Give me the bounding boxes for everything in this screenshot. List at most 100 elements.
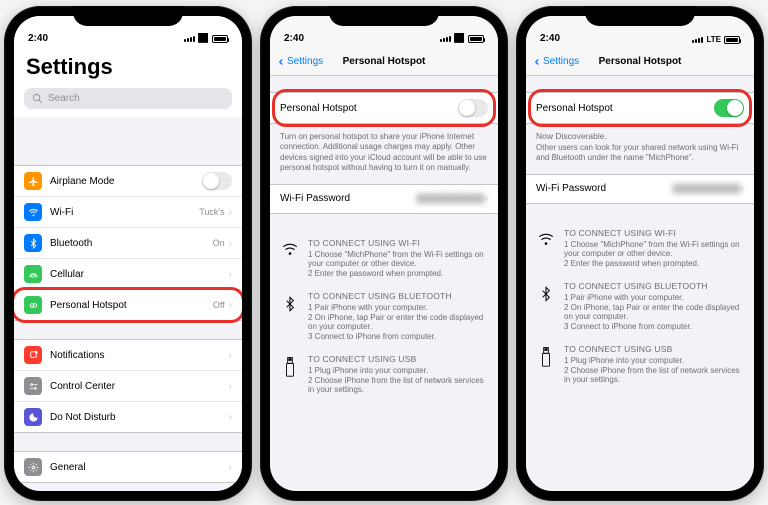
nav-title: Personal Hotspot bbox=[599, 56, 682, 67]
chevron-icon: › bbox=[229, 238, 232, 249]
chevron-icon: › bbox=[229, 381, 232, 392]
hotspot-toggle-on[interactable] bbox=[714, 99, 744, 117]
connect-bt-step: 2 On iPhone, tap Pair or enter the code … bbox=[308, 313, 488, 331]
page-title: Settings bbox=[14, 48, 242, 88]
connect-usb-title: TO CONNECT USING USB bbox=[564, 344, 744, 354]
back-button[interactable]: Settings bbox=[532, 56, 579, 68]
bluetooth-value: On bbox=[213, 238, 225, 248]
battery-icon bbox=[724, 36, 740, 44]
connect-usb-info: TO CONNECT USING USB 1 Plug iPhone into … bbox=[526, 338, 754, 391]
chevron-left-icon bbox=[276, 56, 286, 68]
hotspot-toggle-label: Personal Hotspot bbox=[536, 103, 714, 114]
wifi-value: Tuck's bbox=[199, 207, 224, 217]
airplane-icon bbox=[24, 172, 42, 190]
connect-bt-step: 1 Pair iPhone with your computer. bbox=[564, 293, 744, 302]
hotspot-off-screen: 2:40 Settings Personal Hotspot Personal … bbox=[270, 16, 498, 491]
row-wifi-password[interactable]: Wi-Fi Password ████████████ › bbox=[270, 185, 498, 213]
notch bbox=[329, 6, 439, 26]
wifi-settings-icon bbox=[24, 203, 42, 221]
hotspot-toggle-off[interactable] bbox=[458, 99, 488, 117]
notch bbox=[585, 6, 695, 26]
dnd-label: Do Not Disturb bbox=[50, 412, 229, 423]
control-center-label: Control Center bbox=[50, 381, 229, 392]
chevron-icon: › bbox=[229, 350, 232, 361]
search-placeholder: Search bbox=[48, 93, 80, 104]
row-personal-hotspot[interactable]: Personal Hotspot Off › bbox=[14, 290, 242, 320]
now-discoverable: Now Discoverable. bbox=[526, 128, 754, 143]
nav-bar: Settings Personal Hotspot bbox=[526, 48, 754, 76]
connect-bt-step: 2 On iPhone, tap Pair or enter the code … bbox=[564, 303, 744, 321]
wifi-icon bbox=[198, 33, 209, 44]
connect-wifi-step: 1 Choose "MichPhone" from the Wi-Fi sett… bbox=[308, 250, 488, 268]
row-hotspot-toggle[interactable]: Personal Hotspot bbox=[526, 93, 754, 123]
chevron-icon: › bbox=[229, 462, 232, 473]
row-hotspot-toggle[interactable]: Personal Hotspot bbox=[270, 93, 498, 123]
chevron-icon: › bbox=[229, 412, 232, 423]
hotspot-description: Turn on personal hotspot to share your i… bbox=[270, 128, 498, 184]
row-airplane-mode[interactable]: Airplane Mode bbox=[14, 166, 242, 197]
connect-usb-title: TO CONNECT USING USB bbox=[308, 354, 488, 364]
iphone-frame-3: 2:40 LTE Settings Personal Hotspot Perso… bbox=[516, 6, 764, 501]
general-icon bbox=[24, 458, 42, 476]
connect-wifi-info: TO CONNECT USING WI-FI 1 Choose "MichPho… bbox=[270, 232, 498, 285]
connect-bt-title: TO CONNECT USING BLUETOOTH bbox=[564, 281, 744, 291]
bluetooth-settings-icon bbox=[24, 234, 42, 252]
chevron-icon: › bbox=[229, 207, 232, 218]
connect-bt-title: TO CONNECT USING BLUETOOTH bbox=[308, 291, 488, 301]
signal-icon bbox=[184, 36, 195, 42]
back-label: Settings bbox=[287, 56, 323, 67]
hotspot-label: Personal Hotspot bbox=[50, 300, 213, 311]
wifipw-label: Wi-Fi Password bbox=[280, 193, 417, 204]
dnd-icon bbox=[24, 408, 42, 426]
notifications-label: Notifications bbox=[50, 350, 229, 361]
connect-wifi-info: TO CONNECT USING WI-FI 1 Choose "MichPho… bbox=[526, 222, 754, 275]
signal-icon bbox=[692, 37, 703, 43]
connect-wifi-title: TO CONNECT USING WI-FI bbox=[564, 228, 744, 238]
wifi-icon bbox=[454, 33, 465, 44]
cellular-icon bbox=[24, 265, 42, 283]
chevron-icon: › bbox=[741, 183, 744, 194]
bluetooth-icon bbox=[280, 293, 300, 315]
connect-wifi-step: 2 Enter the password when prompted. bbox=[564, 259, 744, 268]
clock: 2:40 bbox=[28, 33, 48, 44]
nav-title: Personal Hotspot bbox=[343, 56, 426, 67]
search-input[interactable]: Search bbox=[24, 88, 232, 109]
connect-wifi-step: 2 Enter the password when prompted. bbox=[308, 269, 488, 278]
row-notifications[interactable]: Notifications › bbox=[14, 340, 242, 371]
row-wifi[interactable]: Wi-Fi Tuck's › bbox=[14, 197, 242, 228]
connect-usb-step: 1 Plug iPhone into your computer. bbox=[564, 356, 744, 365]
clock: 2:40 bbox=[284, 33, 304, 44]
connect-bluetooth-info: TO CONNECT USING BLUETOOTH 1 Pair iPhone… bbox=[270, 285, 498, 348]
connect-usb-step: 2 Choose iPhone from the list of network… bbox=[564, 366, 744, 384]
connect-wifi-title: TO CONNECT USING WI-FI bbox=[308, 238, 488, 248]
battery-icon bbox=[468, 35, 484, 43]
notch bbox=[73, 6, 183, 26]
battery-icon bbox=[212, 35, 228, 43]
chevron-icon: › bbox=[229, 269, 232, 280]
iphone-frame-2: 2:40 Settings Personal Hotspot Personal … bbox=[260, 6, 508, 501]
connect-bluetooth-info: TO CONNECT USING BLUETOOTH 1 Pair iPhone… bbox=[526, 275, 754, 338]
row-control-center[interactable]: Control Center › bbox=[14, 371, 242, 402]
row-cellular[interactable]: Cellular › bbox=[14, 259, 242, 290]
connect-bt-step: 3 Connect to iPhone from computer. bbox=[308, 332, 488, 341]
chevron-icon: › bbox=[485, 193, 488, 204]
airplane-label: Airplane Mode bbox=[50, 176, 202, 187]
row-do-not-disturb[interactable]: Do Not Disturb › bbox=[14, 402, 242, 432]
chevron-left-icon bbox=[532, 56, 542, 68]
connect-usb-info: TO CONNECT USING USB 1 Plug iPhone into … bbox=[270, 348, 498, 401]
connect-usb-step: 1 Plug iPhone into your computer. bbox=[308, 366, 488, 375]
signal-icon bbox=[440, 36, 451, 42]
back-label: Settings bbox=[543, 56, 579, 67]
back-button[interactable]: Settings bbox=[276, 56, 323, 68]
row-wifi-password[interactable]: Wi-Fi Password ████████████ › bbox=[526, 175, 754, 203]
hotspot-description: Other users can look for your shared net… bbox=[526, 143, 754, 174]
usb-icon bbox=[536, 346, 556, 370]
wifi-icon bbox=[536, 230, 556, 248]
connect-bt-step: 3 Connect to iPhone from computer. bbox=[564, 322, 744, 331]
row-bluetooth[interactable]: Bluetooth On › bbox=[14, 228, 242, 259]
row-general[interactable]: General › bbox=[14, 452, 242, 482]
iphone-frame-1: 2:40 Settings Search Airplane Mode bbox=[4, 6, 252, 501]
hotspot-value: Off bbox=[213, 300, 225, 310]
airplane-toggle[interactable] bbox=[202, 172, 232, 190]
connect-usb-step: 2 Choose iPhone from the list of network… bbox=[308, 376, 488, 394]
